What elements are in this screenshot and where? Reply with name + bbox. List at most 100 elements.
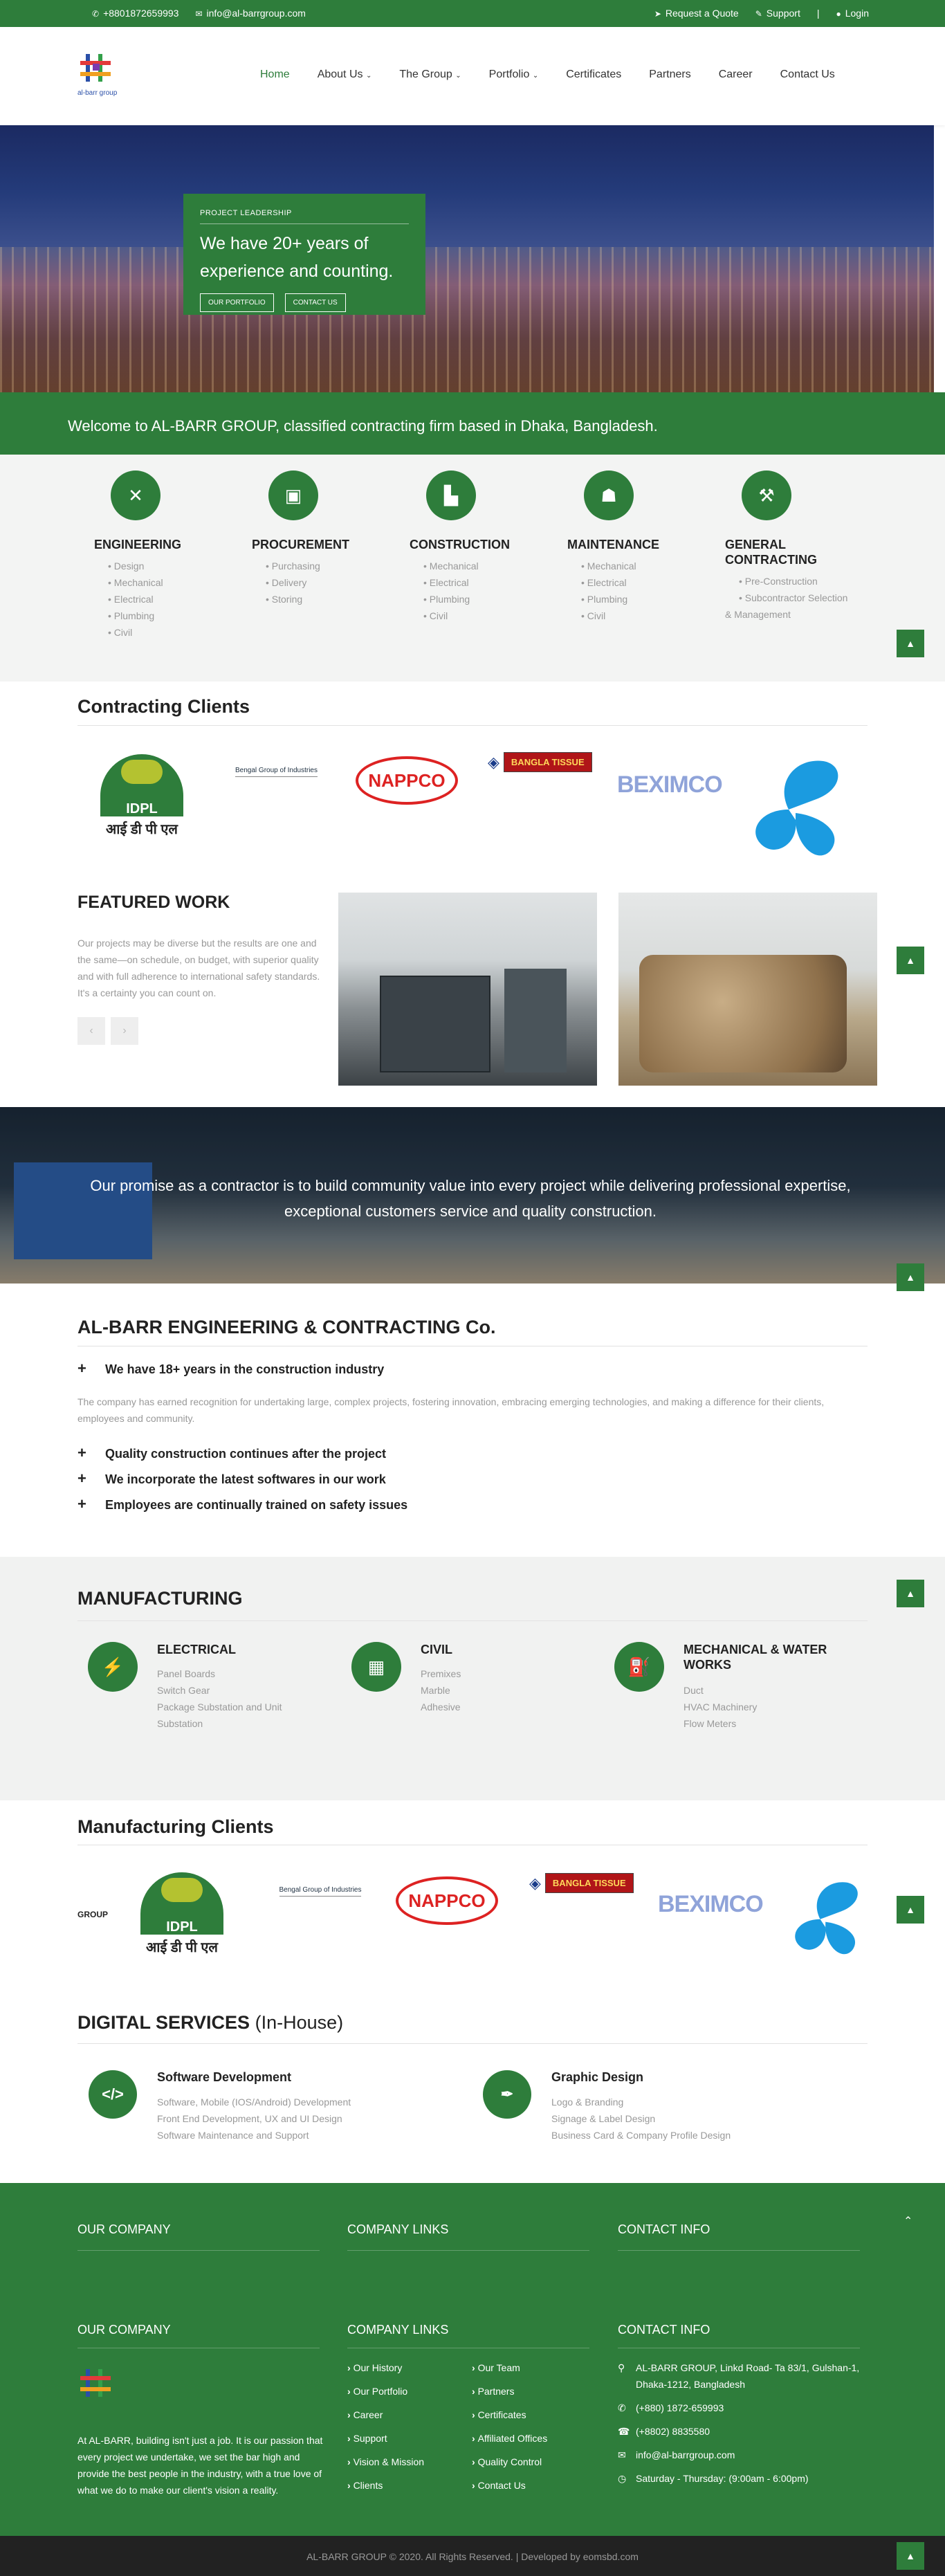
service-construction: ▙ CONSTRUCTION Mechanical Electrical Plu…: [410, 471, 541, 624]
list-item: Marble: [421, 1685, 450, 1696]
footer-link[interactable]: Clients: [347, 2474, 424, 2497]
footer-link[interactable]: Our History: [347, 2356, 424, 2379]
nav-partners[interactable]: Partners: [649, 68, 690, 81]
scroll-up-button[interactable]: ▲: [897, 1263, 924, 1291]
chevron-up-icon: ▲: [906, 1904, 915, 1915]
footer-link[interactable]: Quality Control: [472, 2450, 547, 2474]
contact-hours: ◷ Saturday - Thursday: (9:00am - 6:00pm): [618, 2470, 874, 2487]
footer-contact: ⚲ AL-BARR GROUP, Linkd Road- Ta 83/1, Gul…: [618, 2359, 874, 2494]
site-logo[interactable]: al-barr group: [77, 51, 120, 100]
scroll-up-button[interactable]: ▲: [897, 2542, 924, 2570]
scroll-up-button[interactable]: ▲: [897, 947, 924, 974]
list-item: Plumbing: [567, 591, 699, 608]
bengal-logo: Bengal Group of Industries: [265, 1881, 376, 1901]
scroll-up-button[interactable]: ▲: [897, 630, 924, 657]
divider: [77, 2043, 868, 2044]
albarr-point[interactable]: + We have 18+ years in the construction i…: [77, 1360, 384, 1378]
mail-icon: ✉: [195, 9, 203, 19]
scroll-up-button[interactable]: ▲: [897, 1580, 924, 1607]
topbar-email[interactable]: ✉ info@al-barrgroup.com: [195, 8, 305, 19]
chevron-right-icon: ›: [122, 1025, 127, 1036]
copyright-bar: AL-BARR GROUP © 2020. All Rights Reserve…: [0, 2536, 945, 2576]
footer-link[interactable]: Vision & Mission: [347, 2450, 424, 2474]
nav-about[interactable]: About Us ⌄: [318, 68, 372, 81]
footer-link[interactable]: Affiliated Offices: [472, 2427, 548, 2450]
nav-certificates[interactable]: Certificates: [566, 68, 621, 81]
nav-home[interactable]: Home: [260, 68, 290, 81]
nav-contact[interactable]: Contact Us: [780, 68, 835, 81]
nav-career[interactable]: Career: [719, 68, 753, 81]
topbar-separator: |: [816, 8, 820, 19]
carousel-prev-button[interactable]: ‹: [77, 1017, 105, 1045]
tools-icon: ✕: [111, 471, 160, 520]
footer-link[interactable]: Partners: [472, 2379, 547, 2403]
service-list: Mechanical Electrical Plumbing Civil: [410, 558, 541, 624]
featured-image-2[interactable]: [618, 893, 877, 1086]
manufacturing-item-title: ELECTRICAL: [157, 1643, 236, 1656]
list-item: Civil: [567, 608, 699, 624]
footer-link[interactable]: Contact Us: [472, 2474, 547, 2497]
bangla-mark: ◈: [529, 1874, 541, 1892]
pen-tool-icon: ✒: [483, 2070, 531, 2119]
service-list: Pre-Construction Subcontractor Selection…: [725, 573, 856, 623]
idpl-hindi: आई डी पी एल: [106, 822, 178, 837]
nav-the-group[interactable]: The Group ⌄: [399, 68, 461, 81]
contact-email[interactable]: ✉ info@al-barrgroup.com: [618, 2447, 874, 2463]
digital-item-lines: Software, Mobile (IOS/Android) Developme…: [157, 2094, 351, 2144]
idpl-hindi: आई डी पी एल: [146, 1940, 218, 1955]
our-portfolio-button[interactable]: OUR PORTFOLIO: [200, 293, 274, 312]
machine-shape: [504, 969, 567, 1072]
contact-mobile[interactable]: ✆ (+880) 1872-659993: [618, 2400, 874, 2416]
service-engineering: ✕ ENGINEERING Design Mechanical Electric…: [94, 471, 226, 641]
footer-link[interactable]: Career: [347, 2403, 424, 2427]
support-link[interactable]: ✎ Support: [755, 8, 800, 19]
footer-logo[interactable]: [77, 2366, 120, 2416]
user-icon: ●: [836, 9, 841, 19]
service-list: Design Mechanical Electrical Plumbing Ci…: [94, 558, 226, 641]
nav-portfolio[interactable]: Portfolio ⌄: [489, 68, 539, 81]
footer-link[interactable]: Our Team: [472, 2356, 547, 2379]
chevron-up-icon: ▲: [906, 2550, 915, 2561]
chevron-up-icon[interactable]: ⌃: [903, 2214, 912, 2228]
list-item: Mechanical: [410, 558, 541, 574]
chevron-left-icon: ‹: [89, 1025, 93, 1036]
albarr-point[interactable]: + Quality construction continues after th…: [77, 1444, 386, 1462]
scroll-up-button[interactable]: ▲: [897, 1896, 924, 1924]
list-item: Electrical: [94, 591, 226, 608]
contact-us-button[interactable]: CONTACT US: [284, 293, 346, 312]
contact-tel[interactable]: ☎ (+8802) 8835580: [618, 2423, 874, 2440]
manufacturing-section: MANUFACTURING ▲ ⚡ ELECTRICAL Panel Board…: [0, 1557, 945, 1800]
list-item: Front End Development, UX and UI Design: [157, 2113, 342, 2124]
login-link[interactable]: ● Login: [836, 8, 869, 19]
footer-heading: CONTACT INFO: [618, 2323, 710, 2337]
featured-image-1[interactable]: [338, 893, 597, 1086]
paper-plane-icon: ➤: [654, 9, 661, 19]
bangla-text: BANGLA TISSUE: [544, 1873, 634, 1893]
idpl-logo: IDPL आई डी पी एल: [130, 1872, 234, 1969]
footer-links-left: Our History Our Portfolio Career Support…: [347, 2356, 424, 2497]
service-title: CONSTRUCTION: [410, 538, 510, 551]
beximco-logo: BEXIMCO: [658, 1891, 764, 1918]
footer-link[interactable]: Support: [347, 2427, 424, 2450]
footer-link[interactable]: Our Portfolio: [347, 2379, 424, 2403]
albarr-point[interactable]: + Employees are continually trained on sa…: [77, 1495, 407, 1513]
fax-icon: ☎: [618, 2426, 630, 2437]
logo-text: al-barr group: [77, 89, 118, 97]
list-item: Mechanical: [567, 558, 699, 574]
idpl-emblem: IDPL: [140, 1872, 223, 1935]
albarr-paragraph: The company has earned recognition for u…: [77, 1396, 825, 1424]
list-item: HVAC Machinery: [683, 1701, 758, 1712]
topbar-phone[interactable]: ✆ +8801872659993: [92, 8, 178, 19]
propeller-icon: [795, 1882, 858, 1955]
request-quote-link[interactable]: ➤ Request a Quote: [654, 8, 739, 19]
footer-heading: CONTACT INFO: [618, 2222, 710, 2236]
footer-link[interactable]: Certificates: [472, 2403, 547, 2427]
bengal-text: Bengal Group of Industries: [235, 767, 318, 777]
carousel-next-button[interactable]: ›: [111, 1017, 138, 1045]
service-list: Mechanical Electrical Plumbing Civil: [567, 558, 699, 624]
nappco-logo: NAPPCO: [356, 756, 458, 805]
albarr-point[interactable]: + We incorporate the latest softwares in …: [77, 1470, 386, 1488]
plus-icon: +: [77, 1495, 86, 1513]
list-item: Duct: [683, 1685, 704, 1696]
list-item: Civil: [94, 624, 226, 641]
